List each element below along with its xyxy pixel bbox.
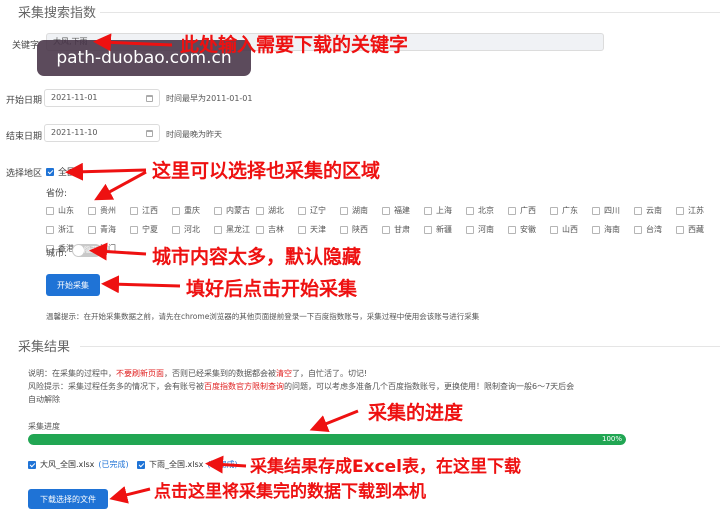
arrow-city: [89, 242, 147, 261]
arrow-excel: [205, 455, 247, 474]
arrow-province: [94, 170, 147, 201]
arrow-start: [101, 275, 181, 294]
annotation-progress: 采集的进度: [368, 402, 464, 424]
arrow-keyword: [93, 33, 173, 52]
arrow-progress: [309, 409, 359, 433]
annotation-excel: 采集结果存成Excel表，在这里下载: [250, 457, 522, 477]
annotation-download: 点击这里将采集完的数据下载到本机: [154, 482, 426, 502]
annotation-city: 城市内容太多，默认隐藏: [152, 246, 362, 268]
annotation-start: 填好后点击开始采集: [186, 278, 358, 300]
annotation-arrows: [65, 33, 359, 504]
annotation-keyword: 此处输入需要下载的关键字: [180, 34, 409, 56]
annotation-region: 这里可以选择也采集的区域: [152, 160, 381, 182]
arrow-region: [65, 162, 147, 181]
arrow-download: [109, 486, 151, 504]
